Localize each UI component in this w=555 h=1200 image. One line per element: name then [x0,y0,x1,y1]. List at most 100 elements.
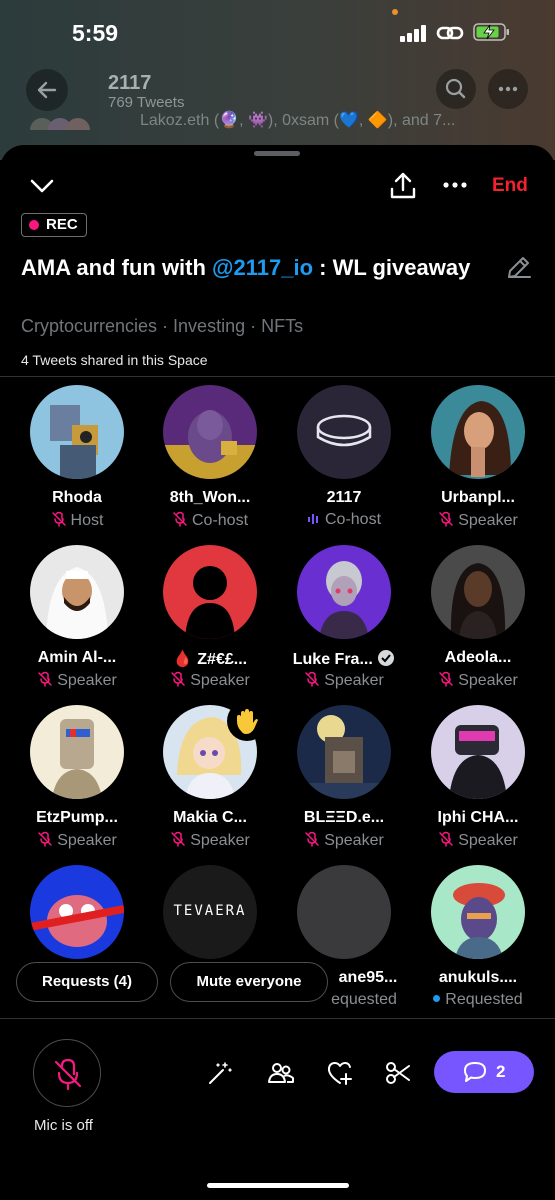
participant-8th-wonder[interactable]: 8th_Won... Co-host [143,385,277,535]
heart-plus-icon[interactable] [325,1058,355,1088]
back-button[interactable] [26,69,68,111]
avatar [297,865,391,959]
avatar [30,865,124,959]
mic-toggle-button[interactable] [33,1039,101,1107]
participant-role-text: Speaker [324,832,384,849]
scissors-icon[interactable] [383,1058,413,1088]
participant-urbanpl[interactable]: Urbanpl... Speaker [411,385,545,535]
participant-rhoda[interactable]: Rhoda Host [10,385,144,535]
comments-button[interactable]: 2 [434,1051,534,1093]
home-indicator[interactable] [207,1183,349,1188]
status-bar: 5:59 [0,0,555,62]
participant-role: Requested [411,991,545,1009]
space-title-suffix: : WL giveaway [313,255,471,280]
participant-luke[interactable]: Luke Fra... Speaker [277,545,411,695]
participant-amin[interactable]: Amin Al-... Speaker [10,545,144,695]
profile-name: 2117 [108,72,152,94]
avatar [431,385,525,479]
more-horizontal-icon [498,86,518,92]
requests-button[interactable]: Requests (4) [16,962,158,1002]
mic-off-icon [305,831,319,847]
participant-iphi[interactable]: Iphi CHA... Speaker [411,705,545,855]
participant-role: Co-host [143,511,277,530]
mic-off-icon [171,831,185,847]
participant-role-text: Speaker [57,672,117,689]
participant-name: Adeola... [444,649,512,666]
edit-pencil-icon[interactable] [505,253,533,281]
participant-role-text: Co-host [324,511,382,528]
avatar [163,545,257,639]
participant-zec[interactable]: 🩸 Z#€£... Speaker [143,545,277,695]
mic-off-icon [439,671,453,687]
space-topics: Cryptocurrencies · Investing · NFTs [21,316,304,336]
avatar-wordmark: TEVAERA [173,903,247,919]
avatar [30,385,124,479]
search-icon [445,78,466,99]
participant-name: Amin Al-... [37,649,117,666]
space-title-text: AMA and fun with [21,255,213,280]
participant-role: Speaker [277,831,411,850]
participant-role: Speaker [10,831,144,850]
search-button[interactable] [436,69,476,109]
participant-bleed[interactable]: BLΞΞD.e... Speaker [277,705,411,855]
magic-wand-icon[interactable] [205,1058,235,1088]
participant-role-text: Speaker [190,832,250,849]
participant-role: Co-host [277,511,411,529]
participant-etzpump[interactable]: EtzPump... Speaker [10,705,144,855]
avatar [297,705,391,799]
participant-makia[interactable]: Makia C... Speaker [143,701,277,855]
participant-name: 2117 [326,489,362,506]
participant-2117[interactable]: 2117 Co-host [277,385,411,535]
participant-role: Host [10,511,144,530]
participant-role-text: Speaker [458,672,518,689]
arrow-left-icon [37,81,57,99]
participant-role-text: Speaker [324,672,384,689]
profile-more-button[interactable] [488,69,528,109]
avatar [30,705,124,799]
participant-name: Urbanpl... [441,489,515,506]
space-title-mention[interactable]: @2117_io [212,255,313,280]
avatar [163,385,257,479]
mic-off-icon [305,671,319,687]
cellular-signal-icon [400,24,428,42]
participant-name: anukuls.... [438,969,518,986]
sheet-grabber[interactable] [254,151,300,156]
avatar: TEVAERA [163,865,257,959]
mic-off-icon [38,671,52,687]
share-icon[interactable] [388,170,418,202]
status-time: 5:59 [72,20,119,46]
chevron-down-icon[interactable] [28,174,56,198]
speaking-bars-icon [307,514,318,524]
mic-off-icon [54,1058,82,1091]
tweets-shared-link[interactable]: 4 Tweets shared in this Space [21,352,208,368]
participant-role-text: Speaker [57,832,117,849]
rec-badge: REC [21,213,87,237]
verified-badge-icon [378,650,395,666]
recording-dot-icon [29,220,39,230]
rec-label: REC [46,216,78,233]
end-space-button[interactable]: End [492,175,528,197]
participant-role-text: Speaker [458,512,518,529]
avatar [431,545,525,639]
participant-role-text: Requested [445,991,523,1008]
participant-name: Iphi CHA... [437,809,519,826]
followers-avatars [30,112,96,142]
participant-name: 8th_Won... [169,489,251,506]
hotspot-link-icon [436,26,464,40]
participant-name: 🩸 Z#€£... [172,651,248,668]
participant-anukuls[interactable]: anukuls.... Requested [411,865,545,1015]
participant-name: Rhoda [52,489,102,506]
more-horizontal-icon[interactable] [440,177,470,193]
participant-role-text: Host [70,512,104,529]
privacy-indicator-dot [392,9,398,15]
participant-name: Makia C... [173,809,247,826]
mic-off-icon [439,831,453,847]
mute-everyone-button[interactable]: Mute everyone [170,962,328,1002]
followed-by-text: Lakoz.eth (🔮, 👾), 0xsam (💙, 🔶), and 7... [140,112,456,129]
mic-off-icon [173,511,187,527]
battery-charging-icon [473,23,509,41]
people-icon[interactable] [266,1058,296,1088]
raised-hand-badge [227,701,267,741]
participant-adeola[interactable]: Adeola... Speaker [411,545,545,695]
avatar [297,545,391,639]
